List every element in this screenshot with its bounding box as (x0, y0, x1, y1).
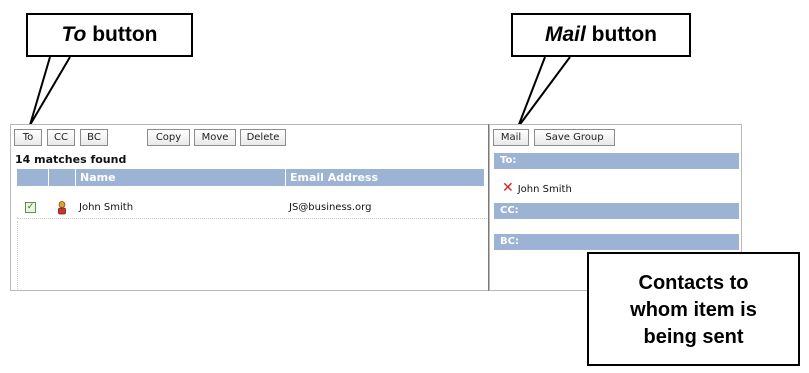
cc-section-header: CC: (494, 203, 739, 219)
to-recipient-name: John Smith (517, 184, 572, 195)
contact-email: JS@business.org (289, 202, 372, 213)
to-button[interactable]: To (14, 129, 42, 146)
contacts-callout-line-2: whom item is (630, 299, 757, 321)
save-group-button[interactable]: Save Group (534, 129, 615, 146)
to-button-callout: To button (26, 13, 193, 57)
move-button[interactable]: Move (194, 129, 236, 146)
to-callout-emph: To (61, 23, 87, 46)
remove-recipient-icon[interactable]: ✕ (502, 180, 514, 196)
bc-button[interactable]: BC (80, 129, 108, 146)
to-section-header: To: (494, 153, 739, 169)
column-header-email[interactable]: Email Address (285, 169, 484, 186)
contacts-callout-line-3: being sent (643, 326, 744, 348)
contacts-callout-line-1: Contacts to (638, 272, 749, 294)
contacts-callout: Contacts to whom item is being sent (587, 252, 800, 366)
mail-button-callout: Mail button (511, 13, 691, 57)
table-left-rule (17, 221, 19, 289)
contact-name: John Smith (79, 202, 134, 213)
cc-button[interactable]: CC (47, 129, 75, 146)
bc-section-header: BC: (494, 234, 739, 250)
column-header-type (48, 169, 75, 186)
mail-callout-rest: button (585, 23, 657, 46)
mail-callout-emph: Mail (545, 23, 586, 46)
copy-button[interactable]: Copy (147, 129, 190, 146)
row-checkbox[interactable]: ✓ (25, 202, 36, 213)
to-callout-rest: button (86, 23, 158, 46)
mail-button[interactable]: Mail (493, 129, 529, 146)
delete-button[interactable]: Delete (240, 129, 286, 146)
person-icon (58, 201, 66, 215)
table-row[interactable]: ✓ John Smith JS@business.org (17, 198, 489, 219)
column-header-select (17, 169, 48, 186)
column-header-name[interactable]: Name (75, 169, 285, 186)
address-results-panel: To CC BC Copy Move Delete 14 matches fou… (10, 124, 489, 291)
match-count: 14 matches found (15, 153, 127, 166)
to-recipient: ✕ John Smith (502, 180, 572, 196)
